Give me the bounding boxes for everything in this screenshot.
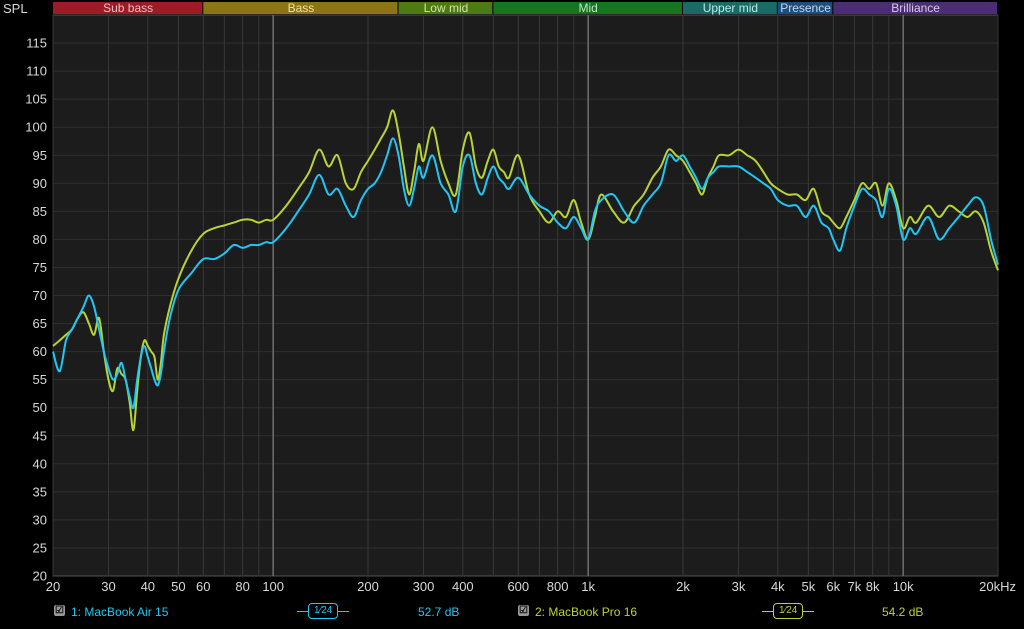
series-2-name[interactable]: 2: MacBook Pro 16 [535, 605, 637, 619]
x-tick-label: 60 [196, 579, 210, 594]
y-tick-label: 110 [26, 64, 47, 79]
x-tick-label: 600 [507, 579, 529, 594]
band-label: Presence [780, 1, 831, 15]
x-tick-label: 100 [262, 579, 284, 594]
y-tick-label: 85 [33, 204, 47, 219]
x-tick-label: 8k [866, 579, 880, 594]
y-tick-label: 35 [33, 484, 47, 499]
y-tick-label: 100 [25, 120, 47, 135]
legend-bar: ☑ 1: MacBook Air 15 1 ⁄ 24 52.7 dB ☑ 2: Ma… [0, 600, 1024, 629]
y-tick-label: 55 [33, 372, 47, 387]
y-tick-label: 115 [26, 36, 47, 51]
series-1-name[interactable]: 1: MacBook Air 15 [71, 605, 168, 619]
y-tick-label: 30 [33, 512, 47, 527]
x-tick-label: 3k [732, 579, 746, 594]
y-tick-label: 40 [33, 456, 47, 471]
series-2-smoothing-num: 1 [779, 605, 785, 616]
x-tick-label: 80 [235, 579, 249, 594]
series-1-level: 52.7 dB [418, 605, 460, 619]
x-tick-labels: 20 30 40 50 60 80 100 200 300 400 600 800 1k 2k 3k 4k 5k… [46, 579, 1016, 594]
band-label: Upper mid [703, 1, 758, 15]
x-tick-label: 6k [826, 579, 840, 594]
x-tick-label: 10k [893, 579, 914, 594]
y-axis-label: SPL [3, 1, 28, 16]
x-tick-label: 40 [141, 579, 155, 594]
x-tick-label: 300 [413, 579, 435, 594]
x-tick-label: 800 [547, 579, 569, 594]
y-tick-label: 60 [33, 344, 47, 359]
x-tick-label: 5k [801, 579, 815, 594]
series-2-smoothing[interactable]: 1 ⁄ 24 [762, 602, 815, 620]
band-label: Low mid [424, 1, 469, 15]
x-tick-label: 30 [101, 579, 115, 594]
y-tick-label: 50 [33, 400, 47, 415]
y-tick-labels: 2025303540455055606570758085909510010511… [25, 36, 47, 584]
frequency-response-chart[interactable]: Sub bass Bass Low mid Mid Upper mid Presence B… [0, 0, 1024, 600]
series-2-smoothing-den: 24 [786, 605, 798, 616]
grid-lines [52, 15, 999, 576]
x-tick-label: 4k [771, 579, 785, 594]
band-label: Sub bass [103, 1, 153, 15]
y-tick-label: 95 [33, 148, 47, 163]
x-tick-label: 20 [46, 579, 60, 594]
series-1-smoothing-num: 1 [314, 605, 320, 616]
y-tick-label: 65 [33, 316, 47, 331]
y-tick-label: 45 [33, 428, 47, 443]
band-label: Brilliance [891, 1, 940, 15]
y-tick-label: 25 [33, 540, 47, 555]
band-label: Mid [579, 1, 598, 15]
x-tick-label: 7k [848, 579, 862, 594]
x-tick-label: 20kHz [979, 579, 1016, 594]
series-2-checkbox[interactable]: ☑ [518, 605, 529, 616]
y-tick-label: 75 [33, 260, 47, 275]
x-tick-label: 1k [581, 579, 595, 594]
frequency-band-header: Sub bass Bass Low mid Mid Upper mid Presence B… [53, 1, 997, 15]
x-tick-label: 50 [171, 579, 185, 594]
series-2-level: 54.2 dB [882, 605, 924, 619]
x-tick-label: 400 [452, 579, 474, 594]
band-label: Bass [288, 1, 315, 15]
y-tick-label: 80 [33, 232, 47, 247]
series-1-smoothing-den: 24 [321, 605, 333, 616]
y-tick-label: 105 [25, 92, 47, 107]
y-tick-label: 70 [33, 288, 47, 303]
x-tick-label: 2k [676, 579, 690, 594]
series-1-checkbox[interactable]: ☑ [54, 605, 65, 616]
series-1-smoothing[interactable]: 1 ⁄ 24 [297, 602, 350, 620]
x-tick-label: 200 [357, 579, 379, 594]
y-tick-label: 90 [33, 176, 47, 191]
